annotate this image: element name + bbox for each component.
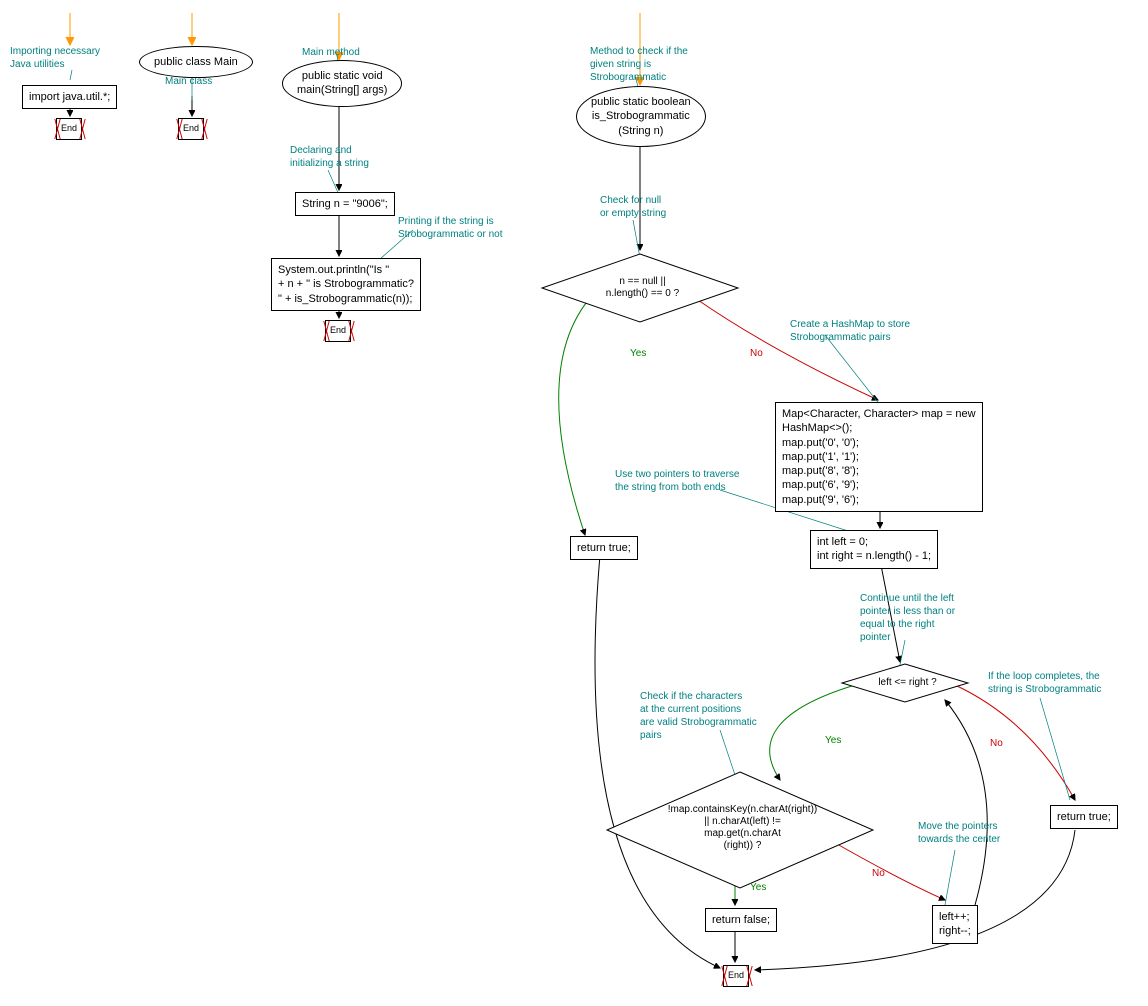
node-increment: left++; right--; — [932, 905, 978, 944]
node-method-sig: public static boolean is_Strobogrammatic… — [576, 86, 706, 147]
node-main-method: public static void main(String[] args) — [282, 60, 402, 107]
no-label-3: No — [872, 868, 885, 879]
node-string-n: String n = "9006"; — [295, 192, 395, 216]
comment-printing: Printing if the string is Strobogrammati… — [398, 215, 503, 241]
comment-checkchars: Check if the characters at the current p… — [640, 690, 757, 742]
yes-label-2: Yes — [825, 735, 841, 746]
end-box-4: End — [723, 965, 749, 987]
comment-loopcompletes: If the loop completes, the string is Str… — [988, 670, 1101, 696]
comment-createhash: Create a HashMap to store Strobogrammati… — [790, 318, 910, 344]
no-label-1: No — [750, 348, 763, 359]
diamond-left-right-shape — [840, 662, 970, 704]
node-return-false: return false; — [705, 908, 777, 932]
comment-checknull: Check for null or empty string — [600, 194, 666, 220]
comment-declaring: Declaring and initializing a string — [290, 144, 369, 170]
end-box-2: End — [178, 118, 204, 140]
comment-twopointers: Use two pointers to traverse the string … — [615, 468, 740, 494]
node-return-true-2: return true; — [1050, 805, 1118, 829]
comment-method: Method to check if the given string is S… — [590, 45, 688, 84]
node-pointers: int left = 0; int right = n.length() - 1… — [810, 530, 938, 569]
node-import: import java.util.*; — [22, 85, 117, 109]
diamond-null-check-shape — [540, 252, 740, 324]
comment-movepointers: Move the pointers towards the center — [918, 820, 1000, 846]
node-class-main: public class Main — [139, 46, 253, 78]
yes-label-3: Yes — [750, 882, 766, 893]
diamond-map-check-shape — [605, 770, 875, 890]
node-hashmap: Map<Character, Character> map = new Hash… — [775, 402, 983, 512]
comment-continue: Continue until the left pointer is less … — [860, 592, 955, 644]
node-println: System.out.println("Is " + n + " is Stro… — [271, 258, 421, 311]
comment-import: Importing necessary Java utilities — [10, 45, 100, 71]
yes-label-1: Yes — [630, 348, 646, 359]
no-label-2: No — [990, 738, 1003, 749]
end-box-3: End — [325, 320, 351, 342]
comment-mainmethod: Main method — [302, 46, 360, 59]
node-return-true-1: return true; — [570, 536, 638, 560]
end-box-1: End — [56, 118, 82, 140]
